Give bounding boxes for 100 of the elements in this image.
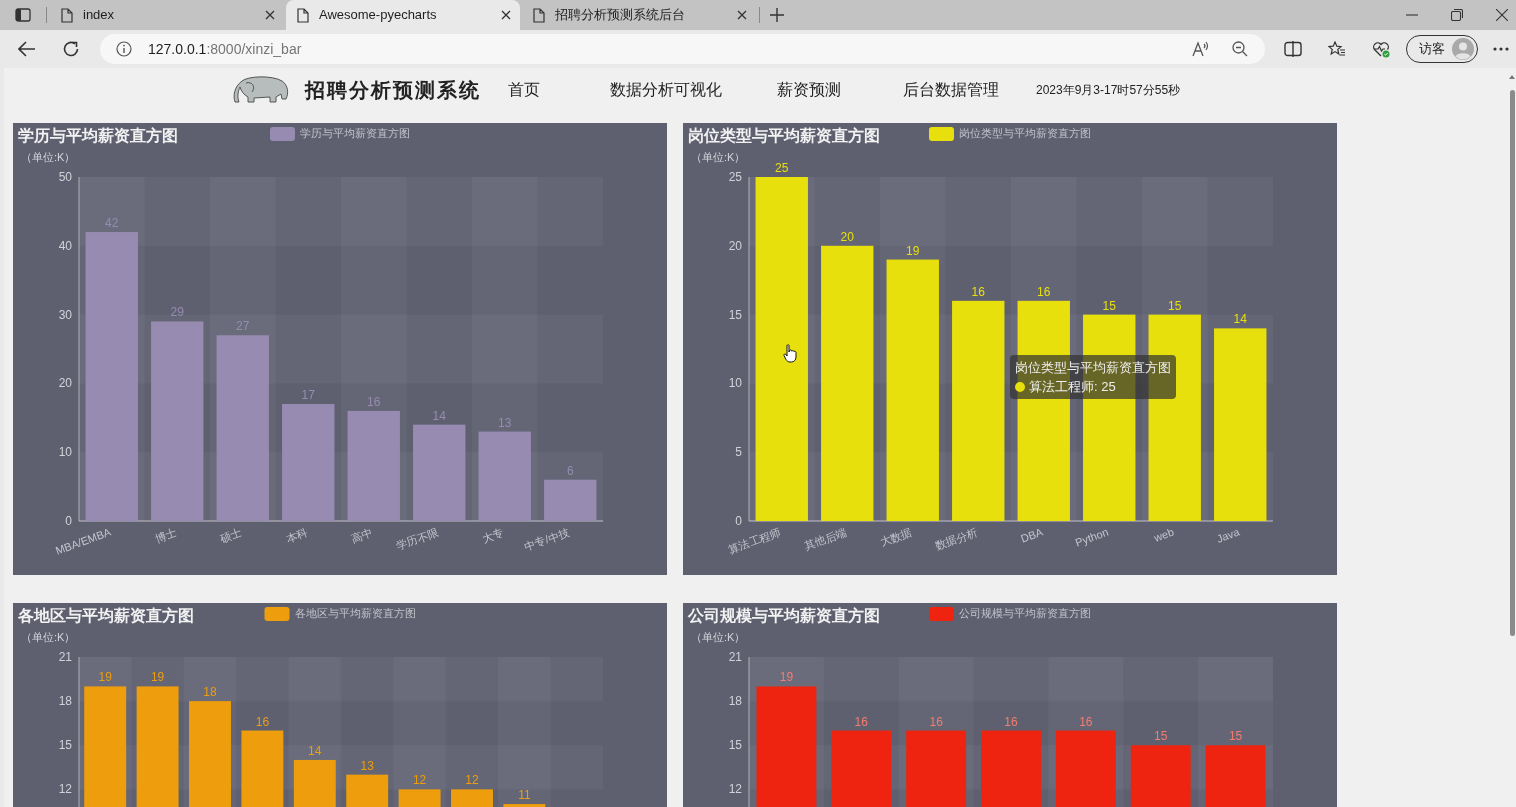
zoom-out-icon[interactable] <box>1232 41 1248 57</box>
bar-value-label: 14 <box>432 408 446 423</box>
bar[interactable] <box>886 259 939 521</box>
chart-title: 岗位类型与平均薪资直方图 <box>688 127 880 144</box>
bar-value-label: 15 <box>1154 729 1168 744</box>
bar-value-label: 12 <box>465 773 479 788</box>
y-axis-label: 0 <box>735 514 742 528</box>
bar[interactable] <box>84 686 127 807</box>
y-axis-label: 15 <box>58 738 72 753</box>
info-icon[interactable] <box>116 41 132 57</box>
reload-icon[interactable] <box>62 40 80 58</box>
bar-value-label: 16 <box>929 714 943 729</box>
scroll-up-arrow-icon[interactable] <box>1509 75 1515 79</box>
scrollbar-thumb[interactable] <box>1510 90 1515 636</box>
back-arrow-icon[interactable] <box>18 41 36 57</box>
legend-label[interactable]: 岗位类型与平均薪资直方图 <box>959 127 1091 139</box>
bar-value-label: 19 <box>906 243 920 258</box>
legend-swatch[interactable] <box>929 127 954 141</box>
axis-unit-label: （单位:K） <box>21 631 76 643</box>
bar-value-label: 13 <box>360 758 374 773</box>
y-axis-label: 18 <box>58 694 72 709</box>
y-axis-label: 20 <box>58 376 72 391</box>
restore-icon[interactable] <box>1451 9 1463 21</box>
legend-label[interactable]: 各地区与平均薪资直方图 <box>294 607 416 619</box>
bar[interactable] <box>346 774 389 807</box>
y-axis-label: 40 <box>58 238 72 253</box>
legend-label[interactable]: 学历与平均薪资直方图 <box>300 127 410 139</box>
page-icon <box>533 7 545 23</box>
axis-unit-label: （单位:K） <box>691 631 746 643</box>
y-axis-label: 15 <box>728 738 742 753</box>
split-screen-icon[interactable] <box>1284 41 1302 57</box>
bar-value-label: 18 <box>203 685 217 700</box>
read-aloud-icon[interactable] <box>1192 41 1210 57</box>
x-axis-label: 博士 <box>153 525 178 545</box>
tab-actions-icon[interactable] <box>15 8 31 22</box>
y-axis-label: 0 <box>65 514 72 528</box>
bar[interactable] <box>241 730 284 807</box>
bar-value-label: 15 <box>1228 729 1243 744</box>
bar-value-label: 14 <box>1233 312 1247 327</box>
bar[interactable] <box>821 245 874 521</box>
x-axis-label: 大数据 <box>878 525 914 549</box>
x-axis-label: 数据分析 <box>933 525 979 552</box>
chart-title: 各地区与平均薪资直方图 <box>18 607 194 624</box>
bar-value-label: 16 <box>255 714 270 729</box>
bar-value-label: 19 <box>150 670 165 685</box>
y-axis-label: 21 <box>58 650 72 664</box>
y-axis-label: 21 <box>728 650 742 664</box>
legend-swatch[interactable] <box>264 607 290 621</box>
axis-unit-label: （单位:K） <box>21 151 76 163</box>
y-axis-label: 12 <box>728 782 742 797</box>
y-axis-label: 18 <box>728 694 742 709</box>
chart-title: 学历与平均薪资直方图 <box>18 127 178 144</box>
bar-value-label: 12 <box>412 773 427 788</box>
y-axis-label: 10 <box>58 445 72 460</box>
bar[interactable] <box>136 686 179 807</box>
close-icon[interactable] <box>1496 9 1508 21</box>
x-axis-label: 高中 <box>349 525 375 545</box>
x-axis-label: DBA <box>1019 525 1045 545</box>
nav-link[interactable]: 薪资预测 <box>777 78 841 102</box>
bar-value-label: 20 <box>840 229 854 244</box>
x-axis-label: web <box>1152 525 1176 544</box>
bar-value-label: 15 <box>1102 298 1116 313</box>
more-icon[interactable] <box>1493 47 1509 51</box>
close-tab-icon[interactable] <box>265 10 275 20</box>
page-icon <box>61 7 73 23</box>
legend-label[interactable]: 公司规模与平均薪资直方图 <box>959 607 1091 619</box>
bar[interactable] <box>293 759 336 807</box>
elephant-logo <box>232 75 290 105</box>
bar-value-label: 16 <box>367 394 381 409</box>
hand-cursor-icon <box>783 344 797 363</box>
legend-swatch[interactable] <box>270 127 295 141</box>
favorites-icon[interactable] <box>1328 41 1346 57</box>
x-axis-label: 大专 <box>480 525 506 545</box>
bar-value-label: 16 <box>854 714 868 729</box>
bar-value-label: 17 <box>301 388 315 403</box>
new-tab-icon[interactable] <box>770 8 784 22</box>
bar-value-label: 16 <box>1004 714 1018 729</box>
browser-tab[interactable]: Awesome-pyecharts <box>286 0 520 30</box>
chart-title: 公司规模与平均薪资直方图 <box>688 607 880 624</box>
y-axis-label: 20 <box>728 238 742 253</box>
avatar-icon <box>1452 38 1474 60</box>
legend-swatch[interactable] <box>929 607 954 621</box>
x-axis-label: Java <box>1215 525 1241 545</box>
nav-link[interactable]: 首页 <box>508 78 540 102</box>
bar-value-label: 11 <box>518 788 531 803</box>
tooltip-title: 岗位类型与平均薪资直方图 <box>1015 359 1171 376</box>
x-axis-label: 硕士 <box>218 525 244 545</box>
bar[interactable] <box>755 177 808 521</box>
close-tab-icon[interactable] <box>501 10 511 20</box>
close-tab-icon[interactable] <box>737 10 747 20</box>
y-axis-label: 12 <box>58 782 72 797</box>
heart-pulse-icon[interactable] <box>1372 40 1390 58</box>
bar-value-label: 19 <box>779 670 794 685</box>
nav-link[interactable]: 数据分析可视化 <box>610 78 722 102</box>
bar[interactable] <box>398 789 441 807</box>
bar[interactable] <box>952 300 1005 521</box>
nav-link[interactable]: 后台数据管理 <box>903 78 999 102</box>
bar-value-label: 6 <box>566 463 574 478</box>
address-bar[interactable]: 127.0.0.1:8000/xinzi_bar <box>100 34 1265 64</box>
bar-value-label: 19 <box>98 670 112 685</box>
